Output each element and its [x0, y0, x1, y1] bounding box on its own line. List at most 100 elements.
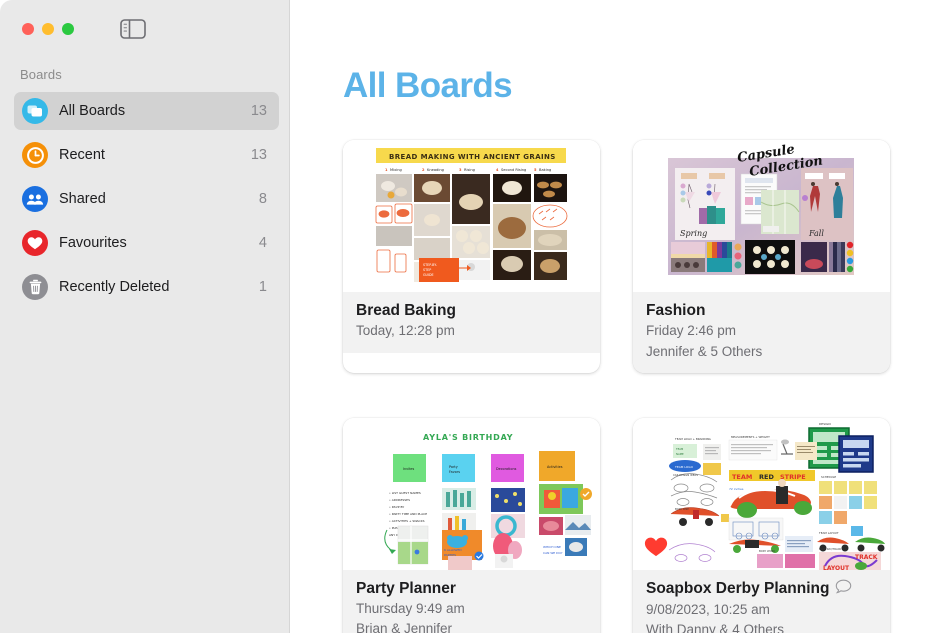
card-footer: Bread Baking Today, 12:28 pm [343, 292, 600, 353]
svg-text:Party: Party [449, 465, 458, 469]
sidebar-item-label: All Boards [59, 103, 126, 119]
svg-text:TRACK: TRACK [855, 554, 878, 561]
card-title: Soapbox Derby Planning [646, 579, 877, 599]
sidebar-item-count: 13 [250, 103, 267, 119]
minimize-window-button[interactable] [42, 23, 54, 35]
svg-text:• ADDRESSES: • ADDRESSES [389, 498, 410, 502]
card-title: Bread Baking [356, 301, 587, 320]
card-participants: Jennifer & 5 Others [646, 343, 763, 359]
svg-text:Mixing: Mixing [390, 168, 402, 172]
party-planner-thumbnail: AYLA'S BIRTHDAY Invites Party Favors Dec… [343, 417, 600, 570]
svg-text:Spring: Spring [680, 229, 707, 238]
card-date: Today, 12:28 pm [356, 323, 455, 339]
svg-text:BODY WORK: BODY WORK [759, 549, 775, 553]
sidebar-toggle-icon[interactable] [120, 19, 146, 39]
app-window: Boards All Boards 13 Recent 13 Shared 8 … [0, 0, 931, 633]
svg-text:Rising: Rising [464, 168, 475, 172]
card-title: Party Planner [356, 579, 587, 598]
sidebar-item-shared[interactable]: Shared 8 [14, 180, 279, 218]
svg-text:TEAM: TEAM [676, 447, 683, 451]
card-date: 9/08/2023, 10:25 am [646, 602, 770, 618]
card-date: Friday 2:46 pm [646, 323, 737, 339]
svg-text:GUIDE: GUIDE [423, 273, 434, 277]
main-content: All Boards BREAD MAKING WITH ANCIENT GRA… [291, 0, 931, 633]
page-title: All Boards [343, 66, 513, 105]
title-bar [0, 0, 289, 56]
favourite-badge-icon [644, 536, 668, 562]
board-card[interactable]: BREAD MAKING WITH ANCIENT GRAINS 1 Mixing… [343, 140, 600, 373]
svg-text:72 inches: 72 inches [729, 487, 744, 491]
bread-baking-thumbnail: BREAD MAKING WITH ANCIENT GRAINS 1 Mixing… [343, 140, 600, 292]
sidebar: Boards All Boards 13 Recent 13 Shared 8 … [0, 0, 290, 633]
svg-text:CAN WE DO?: CAN WE DO? [543, 551, 563, 555]
sidebar-item-recently-deleted[interactable]: Recently Deleted 1 [14, 268, 279, 306]
svg-text:RED: RED [759, 473, 774, 481]
svg-text:CAR DESIGN IDEAS: CAR DESIGN IDEAS [673, 473, 698, 477]
fashion-thumbnail: Spring Fall Capsule Collection [633, 140, 890, 292]
svg-text:STEP: STEP [423, 268, 431, 272]
svg-text:RACE DAY/TRACK: RACE DAY/TRACK [819, 547, 842, 551]
svg-text:NAME: NAME [676, 452, 684, 456]
svg-text:BREAD MAKING WITH ANCIENT GRAI: BREAD MAKING WITH ANCIENT GRAINS [389, 153, 556, 161]
sidebar-section-label: Boards [20, 67, 62, 82]
card-footer: Soapbox Derby Planning 9/08/2023, 10:25 … [633, 569, 890, 633]
card-footer: Party Planner Thursday 9:49 am Brian & J… [343, 569, 600, 633]
sidebar-item-label: Shared [59, 191, 106, 207]
svg-text:AYLA'S BIRTHDAY: AYLA'S BIRTHDAY [423, 433, 513, 442]
sidebar-item-all-boards[interactable]: All Boards 13 [14, 92, 279, 130]
sidebar-item-count: 4 [258, 235, 267, 251]
svg-text:Activities: Activities [547, 465, 563, 469]
svg-text:6 ALLOWED: 6 ALLOWED [444, 548, 462, 552]
sidebar-item-favourites[interactable]: Favourites 4 [14, 224, 279, 262]
card-title-text: Fashion [646, 302, 706, 319]
sidebar-item-label: Recently Deleted [59, 279, 170, 295]
board-card[interactable]: AYLA'S BIRTHDAY Invites Party Favors Dec… [343, 417, 600, 633]
sidebar-item-count: 8 [258, 191, 267, 207]
sidebar-item-label: Recent [59, 147, 105, 163]
svg-text:• RSVP BY: • RSVP BY [389, 505, 404, 509]
card-participants: With Danny & 4 Others [646, 622, 785, 633]
svg-text:TEAM LAYOUT: TEAM LAYOUT [818, 531, 839, 535]
svg-text:Second Rising: Second Rising [501, 168, 526, 172]
clock-icon [22, 142, 48, 168]
svg-text:• PARTY TIME AND PLACE: • PARTY TIME AND PLACE [389, 512, 427, 516]
svg-text:• LIST GUEST NAMES: • LIST GUEST NAMES [389, 491, 421, 495]
board-card[interactable]: Spring Fall Capsule Collection Fashion F… [633, 140, 890, 373]
boards-grid: BREAD MAKING WITH ANCIENT GRAINS 1 Mixing… [343, 140, 910, 633]
boards-icon [22, 98, 48, 124]
svg-text:• ACTIVITIES + SNACKS: • ACTIVITIES + SNACKS [389, 519, 425, 523]
card-title-text: Bread Baking [356, 302, 456, 319]
svg-text:Invites: Invites [403, 467, 415, 471]
sidebar-item-count: 13 [250, 147, 267, 163]
card-title-text: Party Planner [356, 579, 456, 597]
close-window-button[interactable] [22, 23, 34, 35]
sidebar-item-recent[interactable]: Recent 13 [14, 136, 279, 174]
svg-text:SCHEDULE: SCHEDULE [821, 475, 836, 479]
svg-text:Decorations: Decorations [496, 467, 517, 471]
svg-text:TEAM LOGO: TEAM LOGO [674, 465, 694, 469]
card-date: Thursday 9:49 am [356, 601, 465, 617]
soapbox-derby-thumbnail: DESIGN TEAM NAME TEAM LOGO TEAM LOGO + BR… [633, 417, 890, 570]
traffic-light-controls [22, 23, 74, 35]
sidebar-item-label: Favourites [59, 235, 127, 251]
people-icon [22, 186, 48, 212]
svg-text:TEAM LOGO + BRANDING: TEAM LOGO + BRANDING [674, 437, 711, 441]
svg-text:BODY LINE: BODY LINE [675, 507, 689, 511]
card-footer: Fashion Friday 2:46 pm Jennifer & 5 Othe… [633, 292, 890, 373]
svg-text:STEP-BY-: STEP-BY- [423, 263, 438, 267]
card-title-text: Soapbox Derby Planning [646, 580, 830, 598]
svg-text:Kneading: Kneading [427, 168, 444, 172]
svg-text:MEASUREMENTS + WEIGHT: MEASUREMENTS + WEIGHT [731, 435, 770, 439]
svg-text:LAYOUT: LAYOUT [823, 565, 850, 570]
svg-text:Baking: Baking [539, 168, 551, 172]
board-card[interactable]: DESIGN TEAM NAME TEAM LOGO TEAM LOGO + BR… [633, 417, 890, 633]
sidebar-nav: All Boards 13 Recent 13 Shared 8 Favouri… [0, 92, 290, 312]
sidebar-item-count: 1 [258, 279, 267, 295]
trash-icon [22, 274, 48, 300]
heart-icon [22, 230, 48, 256]
maximize-window-button[interactable] [62, 23, 74, 35]
svg-text:DESIGN: DESIGN [819, 422, 831, 426]
svg-text:TEAM: TEAM [732, 473, 752, 481]
svg-text:Fall: Fall [808, 229, 824, 238]
card-title: Fashion [646, 301, 877, 320]
